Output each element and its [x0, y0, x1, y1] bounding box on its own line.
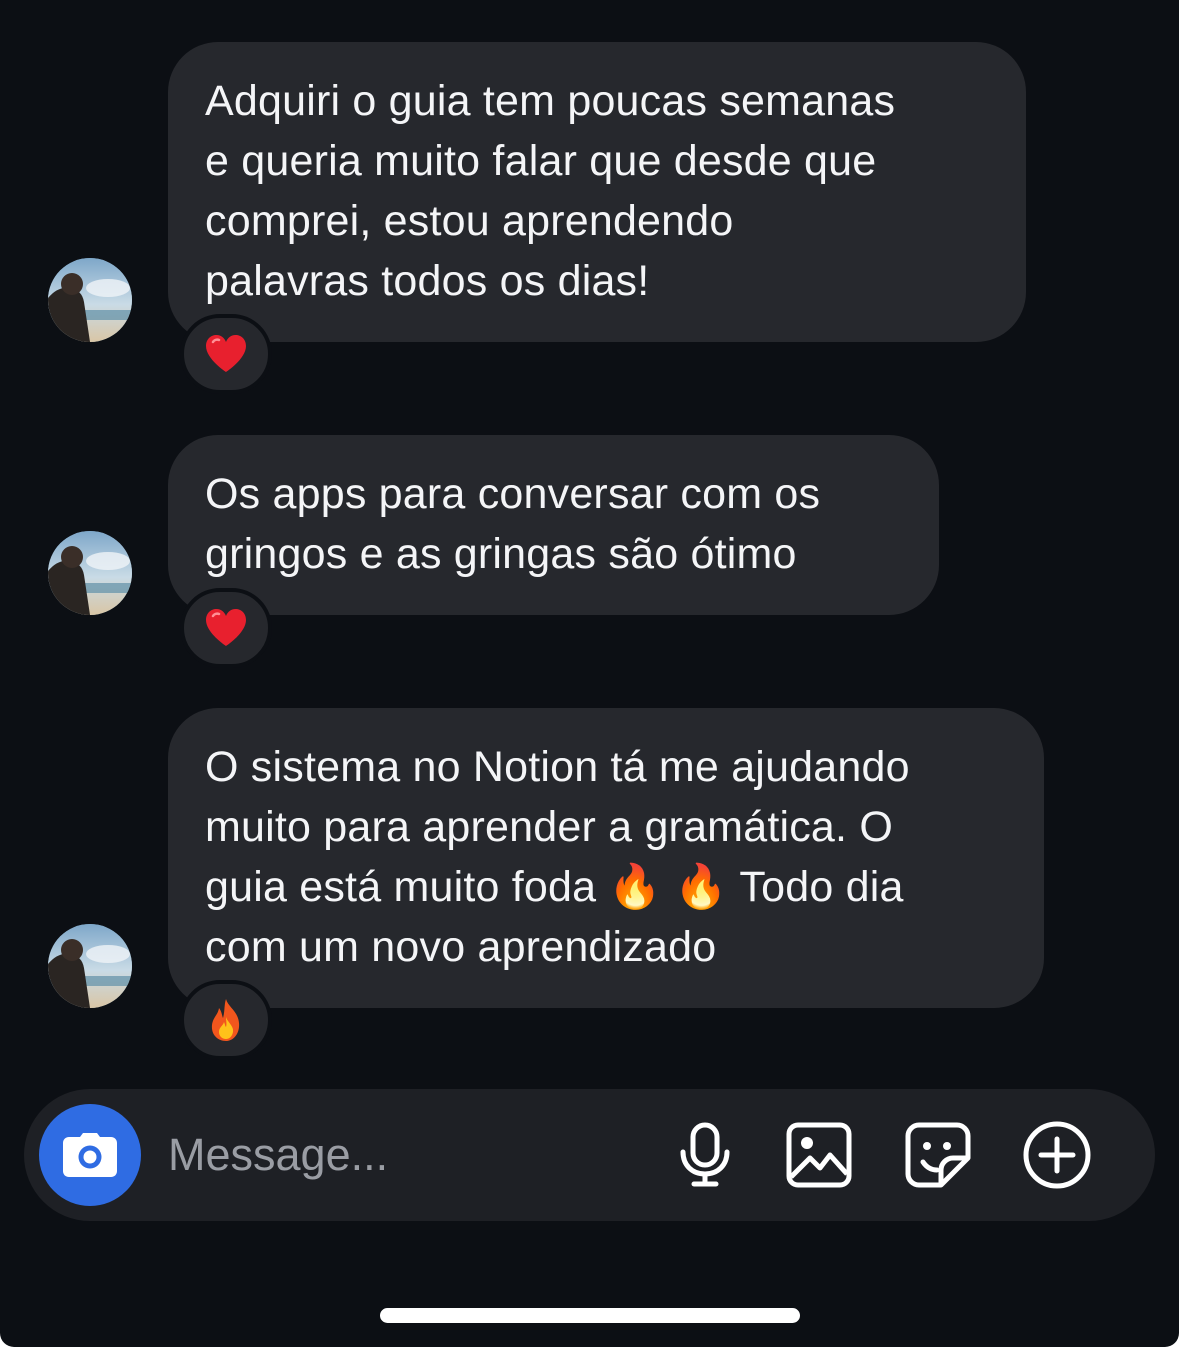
- avatar[interactable]: [48, 531, 132, 615]
- message-bubble[interactable]: Adquiri o guia tem poucas semanas e quer…: [168, 42, 1026, 342]
- gallery-button[interactable]: [785, 1121, 853, 1189]
- more-options-button[interactable]: [1023, 1121, 1091, 1189]
- avatar[interactable]: [48, 258, 132, 342]
- heart-icon: [206, 335, 246, 372]
- message-bubble[interactable]: Os apps para conversar com os gringos e …: [168, 435, 939, 615]
- avatar-photo: [48, 924, 132, 1008]
- message-bubble[interactable]: O sistema no Notion tá me ajudando muito…: [168, 708, 1044, 1008]
- fire-icon: [211, 999, 240, 1041]
- reaction-badge[interactable]: [180, 588, 272, 668]
- reaction-badge[interactable]: [180, 980, 272, 1060]
- camera-button[interactable]: [39, 1104, 141, 1206]
- image-icon: [786, 1122, 852, 1188]
- camera-icon: [63, 1133, 117, 1177]
- message-composer: [24, 1089, 1155, 1221]
- reaction-badge[interactable]: [180, 314, 272, 394]
- microphone-icon: [680, 1122, 730, 1187]
- home-indicator[interactable]: [380, 1308, 800, 1323]
- sticker-icon: [905, 1122, 971, 1188]
- avatar[interactable]: [48, 924, 132, 1008]
- plus-circle-icon: [1023, 1121, 1091, 1189]
- microphone-button[interactable]: [671, 1121, 739, 1189]
- avatar-photo: [48, 531, 132, 615]
- avatar-photo: [48, 258, 132, 342]
- heart-icon: [206, 609, 246, 646]
- message-input[interactable]: [168, 1125, 638, 1185]
- sticker-button[interactable]: [904, 1121, 972, 1189]
- chat-screen: Adquiri o guia tem poucas semanas e quer…: [0, 0, 1179, 1347]
